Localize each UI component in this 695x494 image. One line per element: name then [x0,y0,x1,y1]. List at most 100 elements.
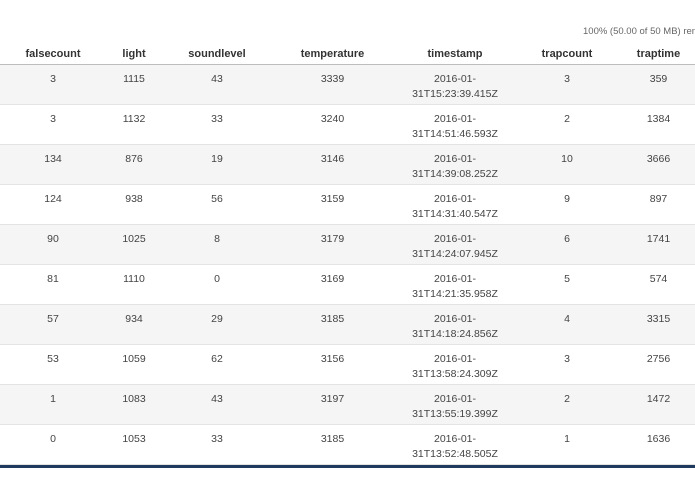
cell-temperature: 3169 [272,264,393,305]
cell-temperature: 3185 [272,304,393,345]
column-header-light[interactable]: light [106,44,162,65]
column-header-falsecount[interactable]: falsecount [0,44,106,65]
column-header-trapcount[interactable]: trapcount [517,44,617,65]
table-row: 90 1025 8 3179 2016-01- 31T14:24:07.945Z 6 1741 [0,224,695,265]
timestamp-line-2: 31T13:52:48.505Z [412,448,498,460]
timestamp-line-2: 31T14:24:07.945Z [412,248,498,260]
cell-traptime: 2756 [617,344,695,385]
column-header-soundlevel[interactable]: soundlevel [162,44,272,65]
cell-trapcount: 3 [517,64,617,105]
timestamp-line-1: 2016-01- [433,433,477,445]
timestamp-line-1: 2016-01- [433,193,477,205]
cell-temperature: 3179 [272,224,393,265]
cell-traptime: 574 [617,264,695,305]
timestamp-line-2: 31T14:21:35.958Z [412,288,498,300]
cell-soundlevel: 19 [162,144,272,185]
table-row: 53 1059 62 3156 2016-01- 31T13:58:24.309Z 3 275… [0,344,695,385]
cell-light: 934 [106,304,162,345]
cell-traptime: 1741 [617,224,695,265]
cell-light: 1083 [106,384,162,425]
timestamp-line-1: 2016-01- [433,393,477,405]
table-body: 3 1115 43 3339 2016-01- 31T15:23:39.415Z 3 359 3… [0,64,695,465]
timestamp-line-1: 2016-01- [433,73,477,85]
cell-falsecount: 1 [0,384,106,425]
timestamp-line-2: 31T14:18:24.856Z [412,328,498,340]
cell-temperature: 3156 [272,344,393,385]
cell-falsecount: 81 [0,264,106,305]
cell-trapcount: 4 [517,304,617,345]
cell-falsecount: 3 [0,64,106,105]
table-row: 124 938 56 3159 2016-01- 31T14:31:40.547Z 9 897 [0,184,695,225]
table-row: 3 1132 33 3240 2016-01- 31T14:51:46.593Z 2 1384 [0,104,695,145]
cell-light: 876 [106,144,162,185]
table-row: 3 1115 43 3339 2016-01- 31T15:23:39.415Z 3 359 [0,64,695,105]
table-row: 57 934 29 3185 2016-01- 31T14:18:24.856Z 4 3315 [0,304,695,345]
cell-light: 938 [106,184,162,225]
cell-temperature: 3240 [272,104,393,145]
column-header-traptime[interactable]: traptime [617,44,695,65]
cell-falsecount: 134 [0,144,106,185]
cell-timestamp: 2016-01- 31T14:21:35.958Z [393,264,517,305]
timestamp-line-2: 31T13:58:24.309Z [412,368,498,380]
cell-timestamp: 2016-01- 31T14:18:24.856Z [393,304,517,345]
data-table: falsecount light soundlevel temperature … [0,44,695,465]
column-header-timestamp[interactable]: timestamp [393,44,517,65]
cell-timestamp: 2016-01- 31T13:55:19.399Z [393,384,517,425]
cell-timestamp: 2016-01- 31T14:51:46.593Z [393,104,517,145]
cell-soundlevel: 29 [162,304,272,345]
cell-traptime: 1636 [617,424,695,465]
cell-soundlevel: 33 [162,424,272,465]
cell-traptime: 897 [617,184,695,225]
timestamp-line-1: 2016-01- [433,313,477,325]
cell-falsecount: 3 [0,104,106,145]
cell-timestamp: 2016-01- 31T13:52:48.505Z [393,424,517,465]
cell-timestamp: 2016-01- 31T14:24:07.945Z [393,224,517,265]
cell-temperature: 3159 [272,184,393,225]
cell-falsecount: 57 [0,304,106,345]
cell-trapcount: 2 [517,104,617,145]
data-table-container[interactable]: falsecount light soundlevel temperature … [0,44,695,465]
timestamp-line-2: 31T14:31:40.547Z [412,208,498,220]
cell-timestamp: 2016-01- 31T14:39:08.252Z [393,144,517,185]
cell-trapcount: 9 [517,184,617,225]
cell-trapcount: 2 [517,384,617,425]
cell-light: 1132 [106,104,162,145]
cell-light: 1025 [106,224,162,265]
timestamp-line-2: 31T14:39:08.252Z [412,168,498,180]
cell-trapcount: 10 [517,144,617,185]
cell-soundlevel: 8 [162,224,272,265]
cell-timestamp: 2016-01- 31T15:23:39.415Z [393,64,517,105]
cell-traptime: 1472 [617,384,695,425]
cell-soundlevel: 62 [162,344,272,385]
data-preview-page: 100% (50.00 of 50 MB) remai falsecount l… [0,0,695,494]
cell-traptime: 3315 [617,304,695,345]
cell-soundlevel: 0 [162,264,272,305]
table-row: 134 876 19 3146 2016-01- 31T14:39:08.252Z 10 36… [0,144,695,185]
timestamp-line-2: 31T15:23:39.415Z [412,88,498,100]
cell-temperature: 3339 [272,64,393,105]
cell-temperature: 3146 [272,144,393,185]
cell-light: 1053 [106,424,162,465]
cell-traptime: 359 [617,64,695,105]
timestamp-line-1: 2016-01- [433,153,477,165]
column-header-temperature[interactable]: temperature [272,44,393,65]
cell-trapcount: 1 [517,424,617,465]
memory-usage-label: 100% (50.00 of 50 MB) remai [583,26,695,37]
bottom-border-bar [0,465,695,468]
cell-traptime: 3666 [617,144,695,185]
cell-trapcount: 6 [517,224,617,265]
cell-soundlevel: 43 [162,384,272,425]
cell-soundlevel: 43 [162,64,272,105]
header-row: falsecount light soundlevel temperature … [0,44,695,65]
cell-temperature: 3197 [272,384,393,425]
timestamp-line-1: 2016-01- [433,353,477,365]
cell-light: 1115 [106,64,162,105]
cell-light: 1110 [106,264,162,305]
timestamp-line-1: 2016-01- [433,113,477,125]
timestamp-line-2: 31T14:51:46.593Z [412,128,498,140]
table-row: 1 1083 43 3197 2016-01- 31T13:55:19.399Z 2 1472 [0,384,695,425]
cell-soundlevel: 33 [162,104,272,145]
cell-falsecount: 90 [0,224,106,265]
cell-timestamp: 2016-01- 31T14:31:40.547Z [393,184,517,225]
cell-temperature: 3185 [272,424,393,465]
